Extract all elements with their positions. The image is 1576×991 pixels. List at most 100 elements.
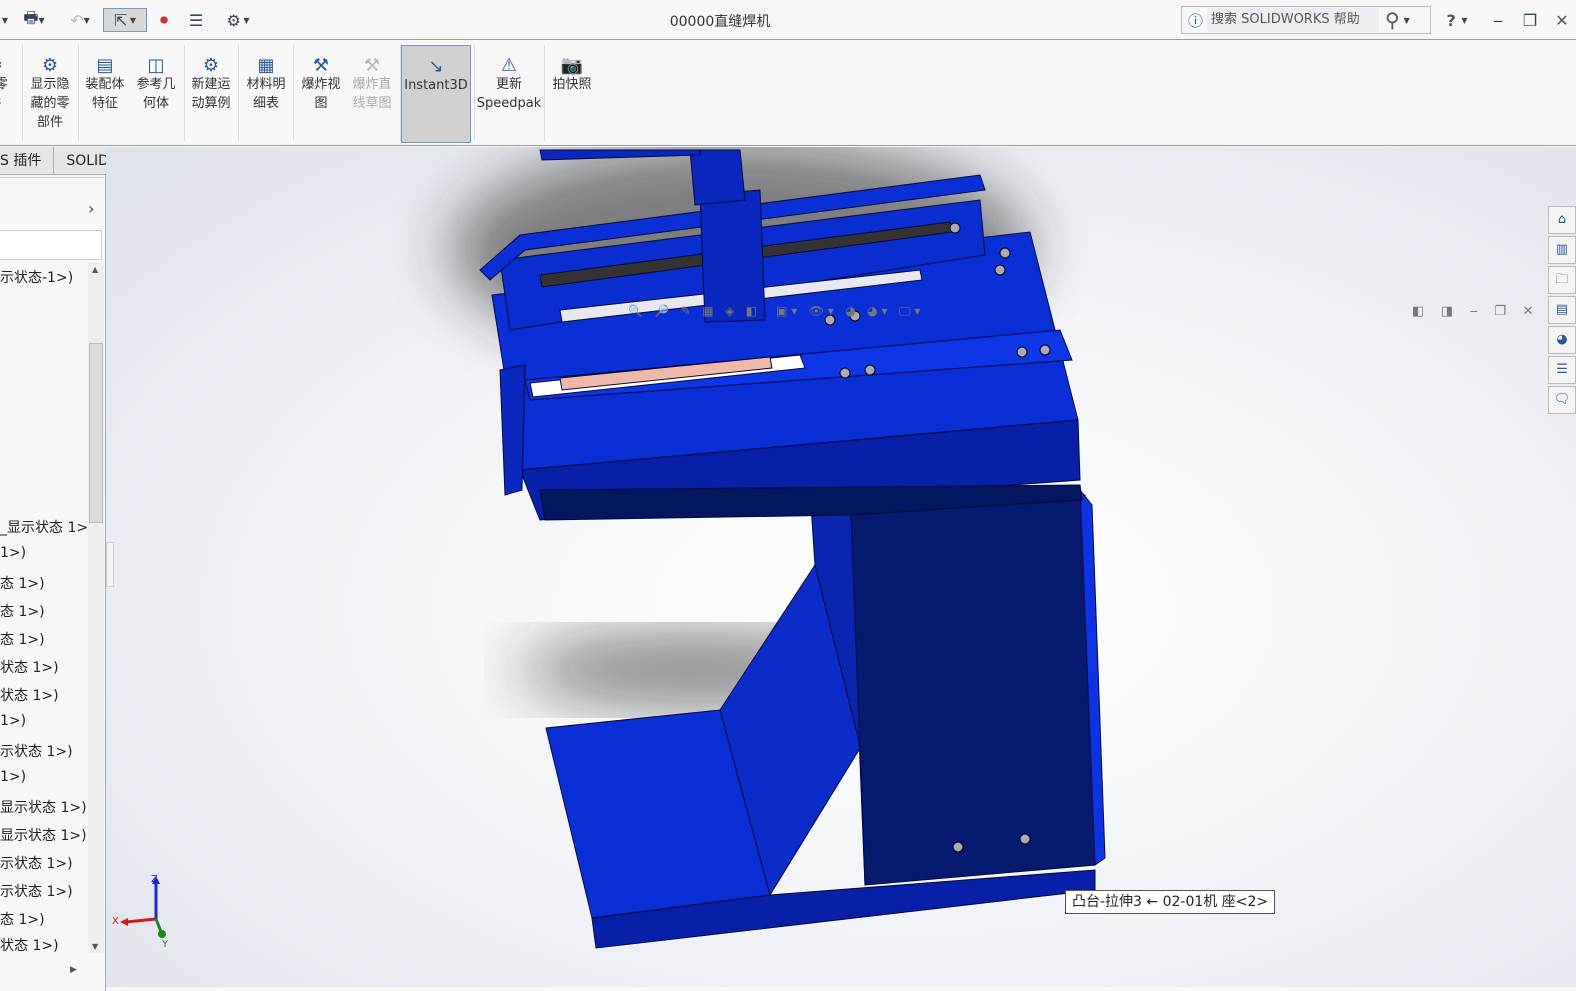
tree-item[interactable]: 状态 1>) — [0, 685, 59, 705]
selection-tooltip: 凸台-拉伸3 ← 02-01机 座<2> — [1065, 890, 1276, 914]
ribbon-button-component[interactable]: ⚙...零 件 — [0, 45, 10, 143]
print-icon: 🖶 — [23, 7, 39, 27]
task-pane-design-library[interactable]: ▥ — [1548, 236, 1576, 264]
view-heads-up-toolbar[interactable]: 🔍 🔎 ✎ ▦ ◈ ◧ ▣ ▾ 👁 ▾ ◕ ◕ ▾ 🖵 ▾ — [628, 304, 920, 319]
view-palette-icon: ▤ — [1555, 302, 1569, 317]
new-motion-study-icon: ⚙ — [202, 55, 220, 76]
tree-item[interactable]: 态 1>) — [0, 629, 45, 649]
design-library-icon: ▥ — [1555, 242, 1569, 257]
tree-item[interactable]: 显示状态 1>) — [0, 797, 87, 817]
tab-addins[interactable]: S 插件 — [0, 147, 55, 175]
mounting-hole — [1039, 344, 1051, 356]
restore-icon: ❐ — [1522, 10, 1538, 30]
scrollbar-thumb[interactable] — [89, 343, 103, 523]
scroll-right-icon[interactable]: ▶ — [70, 965, 77, 975]
mounting-hole — [994, 264, 1006, 276]
help-circle-icon: ⓘ — [1188, 11, 1204, 30]
tree-filter-input[interactable] — [0, 230, 102, 260]
print-button[interactable]: 🖶 ▼ — [14, 8, 54, 32]
home-icon: ⌂ — [1557, 212, 1567, 227]
command-manager: ⚙...零 件 ⚙显示隐 藏的零 部件▤装配体 特征◫参考几 何体⚙新建运 动算例… — [0, 41, 1576, 146]
tree-item[interactable]: 示状态 1>) — [0, 741, 73, 761]
ribbon-button-bill-of-materials[interactable]: ▦ 材料明 细表 — [240, 45, 292, 143]
tree-item[interactable]: 示状态-1>) — [0, 267, 73, 287]
assembly-features-icon: ▤ — [96, 55, 114, 76]
ribbon-button-show-hidden-components[interactable]: ⚙ 显示隐 藏的零 部件 — [25, 45, 75, 143]
tree-item[interactable]: 态 1>) — [0, 909, 45, 929]
column-front[interactable] — [849, 494, 1096, 886]
ribbon-button-assembly-features[interactable]: ▤ 装配体 特征 — [80, 45, 130, 143]
tree-item[interactable]: 状态 1>) — [0, 935, 59, 955]
task-pane-home[interactable]: ⌂ — [1548, 206, 1576, 234]
mounting-hole — [1019, 833, 1031, 845]
tree-item[interactable]: 1>) — [0, 545, 26, 561]
left-clamp[interactable] — [499, 364, 526, 496]
coordinate-triad: Z X Y — [112, 874, 169, 950]
tree-item[interactable]: 态 1>) — [0, 601, 45, 621]
mounting-hole — [1016, 346, 1028, 358]
rebuild-traffic-light-icon: ⏺ — [159, 10, 168, 29]
mounting-hole — [839, 367, 851, 379]
reference-geometry-icon: ◫ — [147, 55, 165, 76]
chevron-right-icon[interactable]: › — [88, 199, 94, 218]
feature-manager-panel: › 示状态-1>) _显示状态 1> 1>) 态 1>) 态 1>) 态 1>) 状态 1>… — [0, 175, 106, 991]
assembly-model[interactable] — [106, 147, 1576, 987]
tree-scrollbar[interactable]: ▲ ▼ — [88, 263, 104, 953]
ribbon-button-snapshot-camera[interactable]: 📷 拍快照 — [546, 45, 598, 143]
exploded-view-icon: ⚒ — [312, 55, 330, 76]
ribbon-button-instant3d[interactable]: ↘ Instant3D — [401, 45, 471, 143]
task-pane-view-palette[interactable]: ▤ — [1548, 296, 1576, 324]
ribbon-button-exploded-view[interactable]: ⚒ 爆炸视 图 — [296, 45, 346, 143]
tree-item[interactable]: 示状态 1>) — [0, 881, 73, 901]
forum-icon: 🗨 — [1553, 392, 1571, 407]
component-icon: ⚙ — [0, 45, 10, 75]
tree-item[interactable]: 显示状态 1>) — [0, 825, 87, 845]
file-properties-icon: ☰ — [188, 10, 204, 30]
search-icon[interactable]: ⚲ — [1385, 8, 1400, 32]
select-button[interactable]: ⇱ ▼ — [103, 8, 147, 32]
panel-splitter[interactable] — [106, 542, 114, 587]
help-search-input[interactable]: 搜索 SOLIDWORKS 帮助 — [1207, 8, 1380, 32]
help-search[interactable]: ⓘ 搜索 SOLIDWORKS 帮助 ⚲ ▼ — [1181, 6, 1431, 34]
appearances-icon: ◕ — [1556, 332, 1568, 347]
search-dropdown-icon[interactable]: ▼ — [1404, 16, 1410, 25]
file-properties-button[interactable]: ☰ — [184, 8, 208, 32]
title-bar: ▼ 🖶 ▼ ↶ ▼ ⇱ ▼ ⏺ ☰ ⚙ ▼ 00000直缝焊机 ⓘ 搜索 SOLID… — [0, 0, 1576, 40]
tree-item[interactable]: _显示状态 1> — [0, 517, 88, 537]
ribbon-button-update-speedpak[interactable]: ⚠ 更新 Speedpak — [476, 45, 542, 143]
dropdown-arrow[interactable]: ▼ — [0, 8, 10, 32]
options-gear-icon: ⚙ — [226, 10, 241, 30]
tree-item[interactable]: 态 1>) — [0, 573, 45, 593]
undo-button[interactable]: ↶ ▼ — [60, 8, 100, 32]
explode-line-sketch-icon: ⚒ — [363, 55, 381, 76]
carriage[interactable] — [699, 189, 766, 323]
show-hidden-components-icon: ⚙ — [41, 55, 59, 76]
tree-item[interactable]: 状态 1>) — [0, 657, 59, 677]
task-pane-file-explorer[interactable]: 🗀 — [1548, 266, 1576, 294]
select-cursor-icon: ⇱ — [113, 10, 128, 30]
task-pane-forum[interactable]: 🗨 — [1548, 386, 1576, 414]
instant3d-icon: ↘ — [428, 56, 444, 77]
ribbon-button-reference-geometry[interactable]: ◫ 参考几 何体 — [132, 45, 180, 143]
carriage-arm[interactable] — [689, 149, 746, 206]
close-button[interactable]: ✕ — [1552, 8, 1572, 32]
graphics-area[interactable]: 🔍 🔎 ✎ ▦ ◈ ◧ ▣ ▾ 👁 ▾ ◕ ◕ ▾ 🖵 ▾ ◧ ◨ ‒ ❐ ✕ … — [106, 147, 1576, 987]
help-button[interactable]: ? ▼ — [1442, 8, 1472, 32]
tree-item[interactable]: 1>) — [0, 769, 26, 785]
minimize-button[interactable]: ‒ — [1488, 8, 1508, 32]
ribbon-button-new-motion-study[interactable]: ⚙ 新建运 动算例 — [186, 45, 236, 143]
mounting-hole — [949, 222, 961, 234]
task-pane-appearances[interactable]: ◕ — [1548, 326, 1576, 354]
axis-z-label: Z — [151, 874, 158, 885]
options-button[interactable]: ⚙ ▼ — [218, 8, 258, 32]
tree-item[interactable]: 1>) — [0, 713, 26, 729]
restore-button[interactable]: ❐ — [1520, 8, 1540, 32]
rebuild-button[interactable]: ⏺ — [152, 8, 176, 32]
task-pane-custom-properties[interactable]: ☰ — [1548, 356, 1576, 384]
viewport-window-controls[interactable]: ◧ ◨ ‒ ❐ ✕ — [1412, 304, 1534, 319]
ribbon-button-explode-line-sketch[interactable]: ⚒ 爆炸直 线草图 — [348, 45, 396, 143]
tree-item[interactable]: 示状态 1>) — [0, 853, 73, 873]
file-explorer-icon: 🗀 — [1555, 272, 1569, 287]
window-title: 00000直缝焊机 — [669, 14, 771, 30]
axis-x-label: X — [112, 916, 119, 927]
